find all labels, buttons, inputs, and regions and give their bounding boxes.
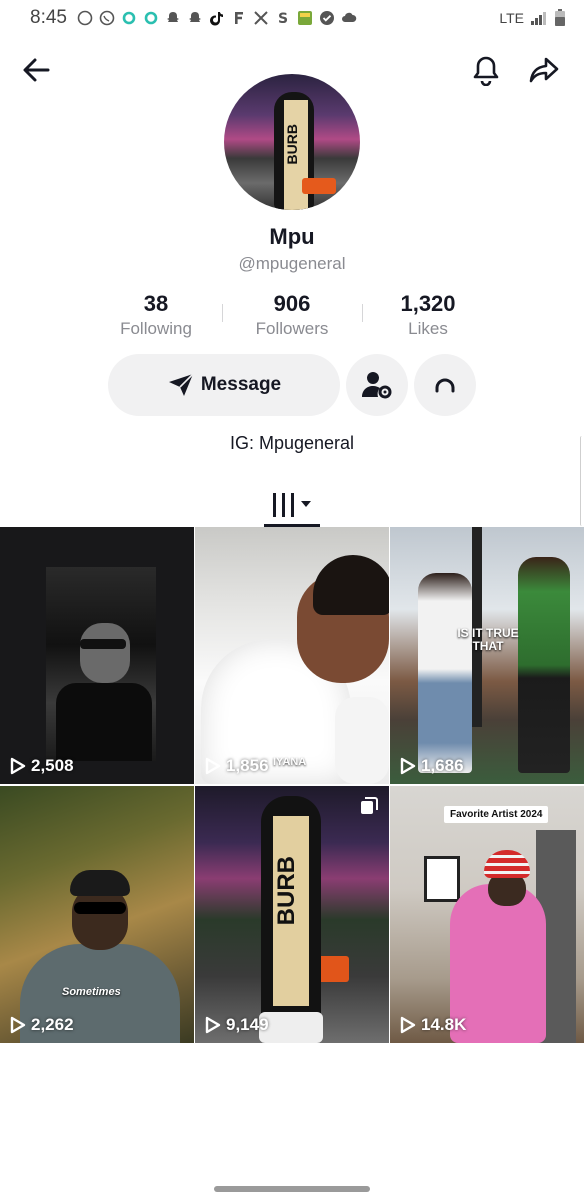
share-button[interactable] <box>524 50 564 90</box>
person-settings-icon <box>362 372 392 399</box>
bio-text: IG: Mpugeneral <box>229 433 355 453</box>
stat-followers[interactable]: 906 Followers <box>224 290 360 340</box>
view-count: 1,686 <box>400 756 464 776</box>
video-thumbnail[interactable]: IS IT TRUE THAT 1,686 <box>390 527 584 784</box>
thumb-hair <box>313 555 389 615</box>
snapchat-icon <box>166 12 179 22</box>
thumb-scarf-text: BURB <box>273 856 300 926</box>
stat-value: 1,320 <box>400 291 456 316</box>
profile-handle: @mpugeneral <box>238 254 346 273</box>
video-caption: Sometimes <box>62 986 121 998</box>
stat-divider <box>362 304 363 322</box>
home-indicator[interactable] <box>214 1186 370 1192</box>
thumb-arm <box>335 697 389 784</box>
view-count: 9,149 <box>205 1015 269 1035</box>
profile-name: Mpu <box>269 224 315 249</box>
battery-icon <box>555 9 565 26</box>
stat-divider <box>222 304 223 322</box>
x-icon <box>254 11 268 25</box>
view-count-value: 2,508 <box>31 756 74 775</box>
view-count: 14.8K <box>400 1015 466 1035</box>
avatar-couch <box>302 178 336 194</box>
back-button[interactable] <box>16 50 56 90</box>
whatsapp-icon <box>99 10 115 26</box>
loop-icon <box>435 378 455 393</box>
avatar[interactable]: BURB <box>224 74 360 210</box>
play-icon <box>205 757 221 775</box>
messages-icon <box>77 10 93 26</box>
play-icon <box>205 1016 221 1034</box>
play-icon <box>400 757 416 775</box>
share-arrow-icon <box>529 57 559 83</box>
view-count-value: 14.8K <box>421 1015 467 1034</box>
send-icon <box>168 373 194 396</box>
check-circle-icon <box>319 11 334 25</box>
profile-stats: 38 Following 906 Followers 1,320 Likes <box>88 290 496 340</box>
stat-label: Followers <box>255 319 329 338</box>
back-arrow-icon <box>23 58 50 82</box>
video-thumbnail[interactable]: Sometimes 2,262 <box>0 786 194 1043</box>
notifications-button[interactable] <box>466 50 506 90</box>
repost-button[interactable] <box>414 354 476 416</box>
stat-label: Likes <box>408 319 448 338</box>
ring-icon <box>122 11 136 25</box>
signal-icon <box>531 12 546 25</box>
thumb-hat <box>484 850 530 878</box>
bell-icon <box>473 56 499 86</box>
view-count: 2,262 <box>10 1015 74 1035</box>
video-thumbnail[interactable]: IYANA 1,856 <box>195 527 389 784</box>
watermark: IYANA <box>273 756 307 768</box>
status-time: 8:45 <box>30 7 67 28</box>
video-grid: 2,508 IYANA 1,856 IS IT TRUE THAT 1,686 … <box>0 527 584 1043</box>
thumb-person-right <box>518 557 570 773</box>
edge-panel-handle[interactable] <box>580 436 584 526</box>
view-count: 2,508 <box>10 756 74 776</box>
view-count-value: 1,686 <box>421 756 464 775</box>
network-type: LTE <box>499 10 524 26</box>
notification-icons: S <box>77 10 357 26</box>
thumb-head <box>80 623 130 683</box>
stat-label: Following <box>120 319 192 338</box>
f-icon <box>234 12 243 24</box>
thumb-person-left <box>418 573 472 773</box>
avatar-scarf-text: BURB <box>284 124 300 165</box>
thumb-sunglasses <box>74 902 126 914</box>
tab-videos[interactable] <box>264 482 320 528</box>
svg-text:S: S <box>278 11 288 26</box>
video-thumbnail[interactable]: BURB 9,149 <box>195 786 389 1043</box>
thumb-shirt <box>56 683 152 761</box>
word-game-icon <box>297 11 312 25</box>
stat-following[interactable]: 38 Following <box>88 290 224 340</box>
play-icon <box>10 1016 26 1034</box>
add-friend-button[interactable] <box>346 354 408 416</box>
grid-icon <box>273 493 311 517</box>
thumb-frame <box>424 856 460 902</box>
stat-likes[interactable]: 1,320 Likes <box>360 290 496 340</box>
play-icon <box>10 757 26 775</box>
video-banner: Favorite Artist 2024 <box>444 806 549 823</box>
status-bar: 8:45 S LTE <box>0 0 584 36</box>
ring-icon-2 <box>144 11 158 25</box>
message-button[interactable]: Message <box>108 354 340 416</box>
thumb-hat <box>70 870 130 896</box>
stat-value: 38 <box>143 291 169 316</box>
video-thumbnail[interactable]: Favorite Artist 2024 14.8K <box>390 786 584 1043</box>
view-count-value: 2,262 <box>31 1015 74 1034</box>
tiktok-icon <box>210 12 223 26</box>
video-thumbnail[interactable]: 2,508 <box>0 527 194 784</box>
cloud-icon <box>341 12 357 22</box>
video-caption: IS IT TRUE THAT <box>457 626 519 653</box>
multi-photo-icon <box>361 797 378 814</box>
thumb-sunglasses <box>80 639 126 649</box>
snapchat-icon-2 <box>188 12 201 22</box>
view-count-value: 9,149 <box>226 1015 269 1034</box>
message-button-label: Message <box>200 374 282 395</box>
dollar-icon: S <box>278 11 288 26</box>
play-icon <box>400 1016 416 1034</box>
stat-value: 906 <box>273 291 311 316</box>
view-count-value: 1,856 <box>226 756 269 775</box>
status-right: LTE <box>499 9 566 27</box>
view-count: 1,856 <box>205 756 269 776</box>
